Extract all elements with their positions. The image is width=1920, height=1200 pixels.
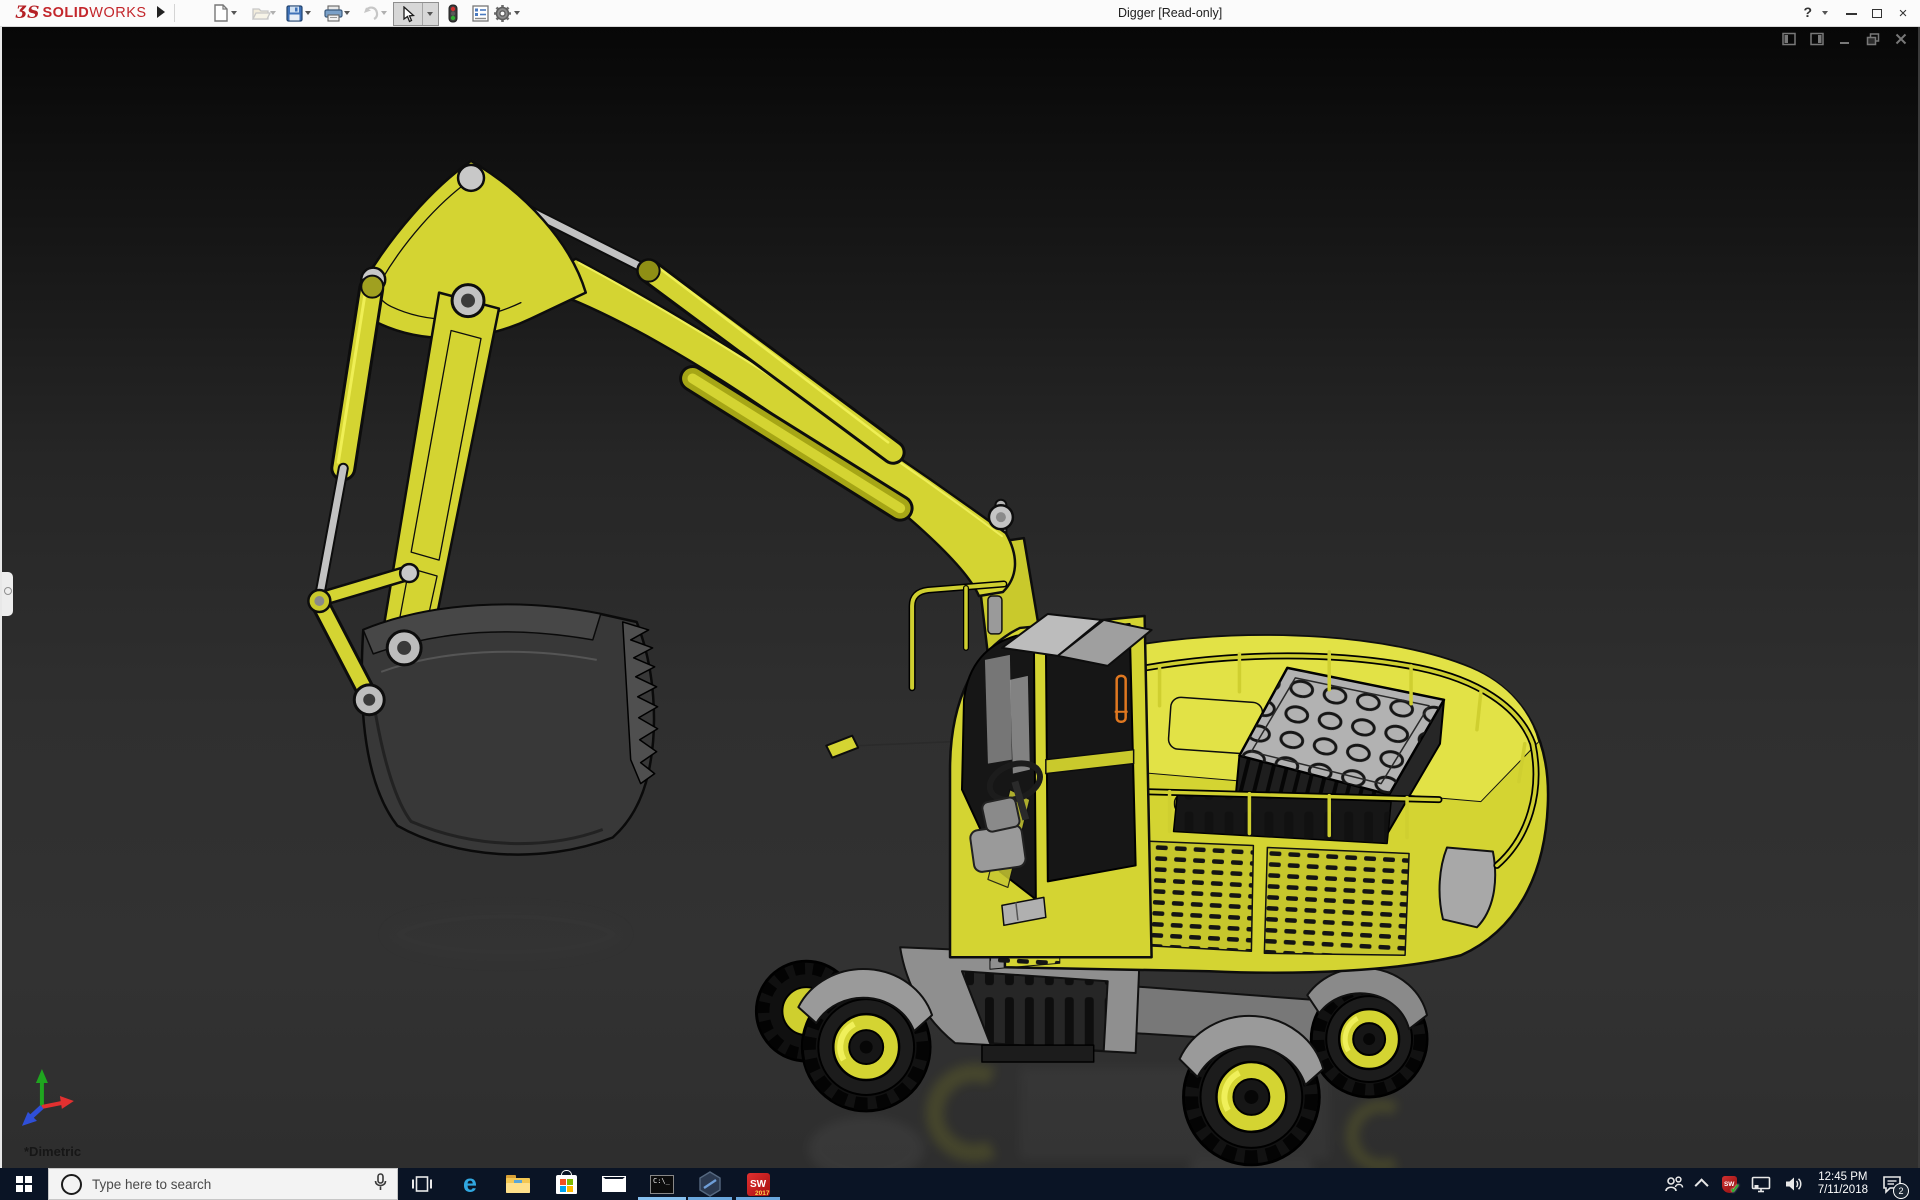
edge-icon: e (463, 1169, 477, 1198)
action-center-button[interactable]: 2 (1882, 1175, 1909, 1199)
people-button[interactable] (1664, 1176, 1684, 1192)
windows-logo-icon (16, 1176, 32, 1192)
command-prompt-icon: C:\_ (650, 1174, 674, 1194)
menu-flyout-arrow[interactable] (157, 6, 165, 18)
doc-minimize-icon[interactable] (1837, 31, 1852, 46)
system-tray: SW ✓ 12:45 PM 7/11/2018 2 (1664, 1168, 1920, 1200)
restore-button[interactable] (1866, 5, 1888, 22)
clock-time: 12:45 PM (1818, 1171, 1868, 1183)
document-title: Digger [Read-only] (1118, 6, 1223, 20)
file-explorer-icon (506, 1175, 530, 1193)
new-document-button[interactable] (211, 4, 231, 22)
select-tool-button[interactable] (394, 3, 422, 25)
taskbar-apps: e C:\_ SW 2017 (398, 1168, 782, 1200)
file-properties-button[interactable] (470, 4, 490, 22)
store-icon (555, 1169, 577, 1194)
help-button[interactable]: ? (1803, 4, 1812, 20)
open-button[interactable] (251, 4, 271, 22)
microsoft-store-button[interactable] (542, 1168, 590, 1200)
hexagon-cad-app-button[interactable] (686, 1168, 734, 1200)
pane-right-icon[interactable] (1809, 31, 1824, 46)
expand-pane-icon (4, 587, 12, 595)
solidworks-logo: ƷS SOLID WORKS (16, 3, 147, 23)
doc-close-icon[interactable] (1893, 31, 1908, 46)
rebuild-traffic-light-button[interactable] (443, 4, 463, 22)
task-view-button[interactable] (398, 1168, 446, 1200)
title-bar: ƷS SOLID WORKS Digger [Read-only] ? × (0, 0, 1920, 27)
solidworks-tray-shield[interactable]: SW ✓ (1721, 1175, 1741, 1196)
select-tool-dropdown[interactable] (422, 3, 437, 25)
mail-button[interactable] (590, 1168, 638, 1200)
file-explorer-button[interactable] (494, 1168, 542, 1200)
mail-icon (602, 1176, 626, 1192)
print-dropdown[interactable] (344, 11, 350, 15)
help-dropdown[interactable] (1822, 11, 1828, 15)
orientation-triad[interactable] (21, 1069, 74, 1126)
clock-date: 7/11/2018 (1817, 1184, 1868, 1196)
taskbar-clock[interactable]: 12:45 PM 7/11/2018 (1818, 1171, 1868, 1197)
document-window-controls (1781, 31, 1908, 46)
options-gear-button[interactable] (492, 4, 512, 22)
solidworks-window: ƷS SOLID WORKS Digger [Read-only] ? × *D… (0, 0, 1920, 1200)
view-orientation-label: *Dimetric (24, 1144, 82, 1159)
save-dropdown[interactable] (305, 11, 311, 15)
command-prompt-button[interactable]: C:\_ (638, 1168, 686, 1200)
solidworks-2017-button[interactable]: SW 2017 (734, 1168, 782, 1200)
open-dropdown[interactable] (270, 11, 276, 15)
microphone-icon[interactable] (374, 1172, 387, 1196)
options-dropdown[interactable] (514, 11, 520, 15)
new-document-dropdown[interactable] (231, 11, 237, 15)
search-placeholder-text: Type here to search (92, 1176, 212, 1192)
doc-restore-icon[interactable] (1865, 31, 1880, 46)
solidworks-app-icon: SW 2017 (746, 1172, 770, 1197)
toolbar-separator (174, 4, 175, 22)
graphics-viewport[interactable]: *Dimetric (0, 26, 1920, 1168)
windows-taskbar: Type here to search e C:\_ SW 2017 SW ✓ … (0, 1168, 1920, 1200)
undo-button[interactable] (361, 4, 381, 22)
ds-logo-glyph: ƷS (16, 3, 40, 23)
close-button[interactable]: × (1892, 5, 1914, 22)
sw-shield-icon: SW ✓ (1721, 1175, 1741, 1196)
feature-manager-collapsed-tab[interactable] (2, 572, 13, 616)
taskbar-search-input[interactable]: Type here to search (48, 1168, 398, 1200)
edge-browser-button[interactable]: e (446, 1168, 494, 1200)
save-button[interactable] (284, 4, 304, 22)
hidden-icons-chevron[interactable] (1694, 1178, 1709, 1193)
undo-dropdown[interactable] (381, 11, 387, 15)
print-button[interactable] (323, 4, 343, 22)
pane-left-icon[interactable] (1781, 31, 1796, 46)
cortana-icon (61, 1173, 82, 1195)
hexagon-cad-icon (699, 1171, 721, 1197)
notification-badge: 2 (1893, 1182, 1909, 1199)
minimize-button[interactable] (1840, 5, 1862, 22)
model-viewport-canvas[interactable] (2, 26, 1918, 1168)
check-icon: ✓ (1729, 1180, 1741, 1196)
volume-button[interactable] (1785, 1176, 1804, 1192)
select-tool-group (393, 2, 439, 26)
network-button[interactable] (1751, 1176, 1771, 1193)
start-button[interactable] (0, 1168, 48, 1200)
